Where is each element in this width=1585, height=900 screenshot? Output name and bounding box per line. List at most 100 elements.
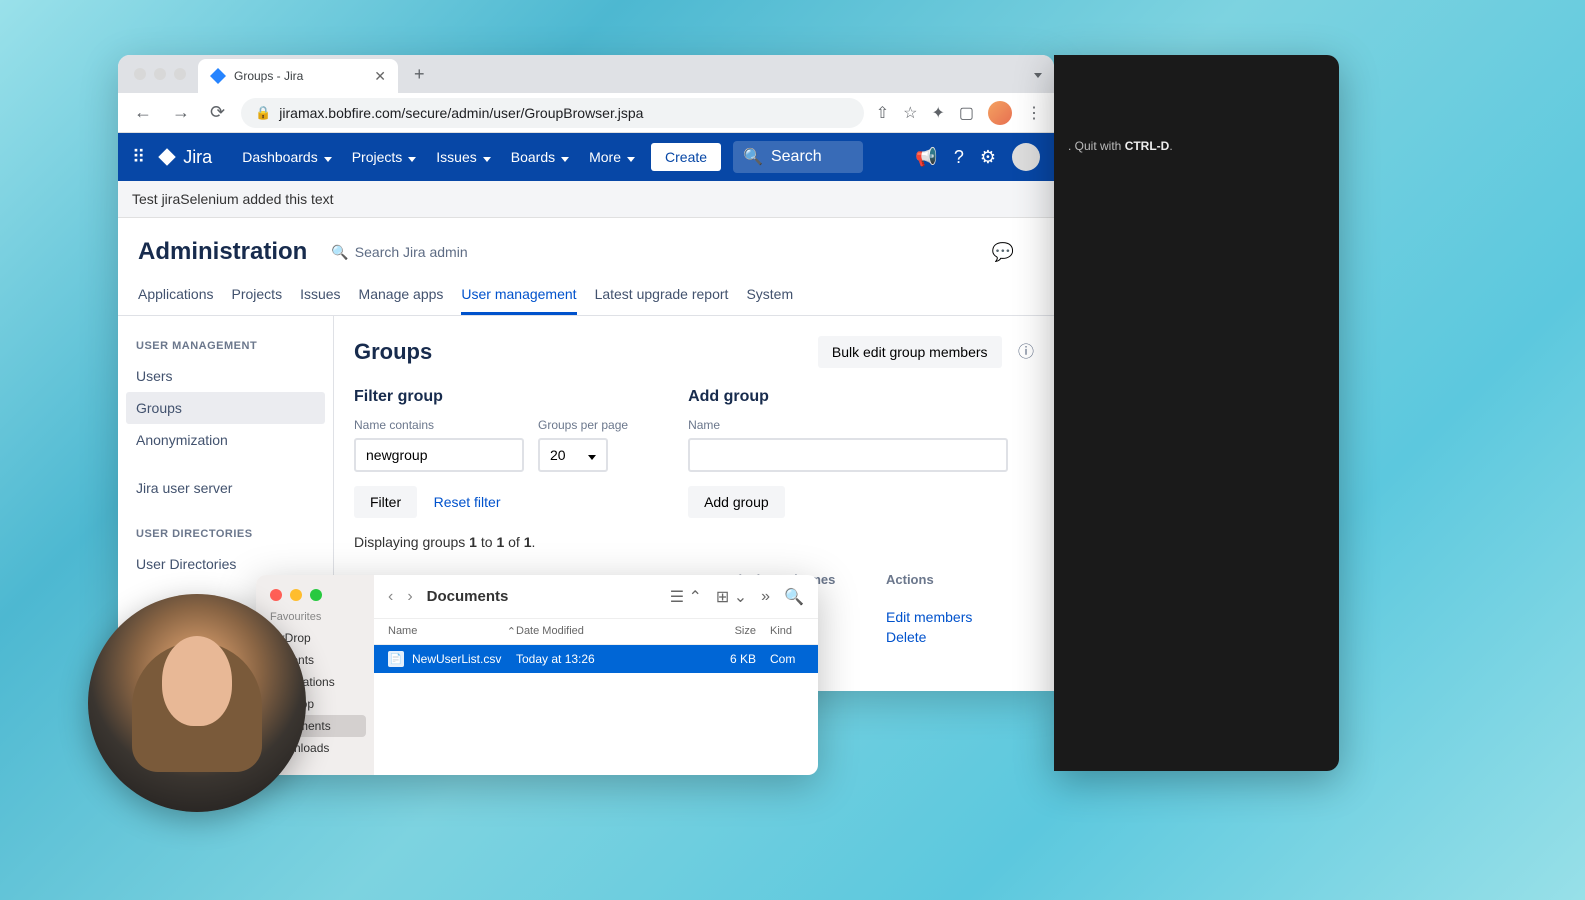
settings-icon[interactable]: ⚙ [980,147,996,168]
finder-grid-view-icon[interactable]: ⊞ ⌄ [716,587,747,607]
minimize-window-button[interactable] [154,68,166,80]
sidebar-item-groups[interactable]: Groups [126,392,325,424]
sidebar-item-jira-user-server[interactable]: Jira user server [126,472,325,504]
tabs-dropdown-icon[interactable] [1032,65,1042,83]
tab-projects[interactable]: Projects [232,286,283,315]
finder-search-icon[interactable]: 🔍 [784,587,804,607]
extensions-icon[interactable]: ✦ [931,103,944,123]
tab-manage-apps[interactable]: Manage apps [359,286,444,315]
create-button[interactable]: Create [651,143,721,171]
edit-members-link[interactable]: Edit members [886,609,1022,625]
add-section-title: Add group [688,388,1008,406]
new-tab-button[interactable]: + [406,64,433,85]
sidebar-item-users[interactable]: Users [126,360,325,392]
add-group-button[interactable]: Add group [688,486,785,518]
user-avatar[interactable] [1012,143,1040,171]
add-group-section: Add group Name Add group [688,388,1008,518]
finder-file-row[interactable]: 📄NewUserList.csv Today at 13:26 6 KB Com [374,645,818,673]
terminal-output: . Quit with CTRL-D. [1068,139,1325,153]
nav-projects[interactable]: Projects [348,149,421,165]
name-contains-input[interactable] [354,438,524,472]
search-placeholder: Search [771,148,822,166]
announce-icon[interactable]: 📢 [915,147,937,168]
terminal-window: . Quit with CTRL-D. [1054,55,1339,771]
reset-filter-link[interactable]: Reset filter [434,494,501,510]
finder-window-controls [270,589,322,601]
panel-icon[interactable]: ▢ [959,103,974,123]
help-circle-icon[interactable]: ⓘ [1018,344,1034,361]
finder-toolbar: ‹ › Documents ☰ ⌃ ⊞ ⌄ » 🔍 [374,575,818,619]
search-icon: 🔍 [743,147,763,167]
admin-search-placeholder: Search Jira admin [355,244,468,260]
add-name-input[interactable] [688,438,1008,472]
finder-list-view-icon[interactable]: ☰ ⌃ [670,587,702,607]
file-icon: 📄 [388,651,404,667]
filter-button[interactable]: Filter [354,486,417,518]
back-button[interactable]: ← [130,98,156,127]
filter-section-title: Filter group [354,388,628,406]
finder-back-button[interactable]: ‹ [388,588,393,606]
finder-maximize-button[interactable] [310,589,322,601]
address-bar[interactable]: 🔒 jiramax.bobfire.com/secure/admin/user/… [241,98,864,128]
finder-col-size[interactable]: Size [676,625,756,638]
finder-close-button[interactable] [270,589,282,601]
admin-search[interactable]: 🔍 Search Jira admin [331,244,467,261]
file-size: 6 KB [676,652,756,666]
jira-logo-text: Jira [183,147,212,168]
menu-icon[interactable]: ⋮ [1026,103,1042,123]
feedback-icon[interactable]: 💬 [992,242,1014,263]
sidebar-heading-user-management: USER MANAGEMENT [126,332,325,360]
finder-forward-button[interactable]: › [407,588,412,606]
browser-actions: ⇧ ☆ ✦ ▢ ⋮ [876,101,1042,125]
tab-applications[interactable]: Applications [138,286,214,315]
lock-icon: 🔒 [255,105,271,121]
profile-avatar[interactable] [988,101,1012,125]
jira-navbar: ⠿ Jira Dashboards Projects Issues Boards… [118,133,1054,181]
share-icon[interactable]: ⇧ [876,103,889,123]
jira-logo[interactable]: Jira [157,147,212,168]
bookmark-icon[interactable]: ☆ [903,103,917,123]
groups-per-page-label: Groups per page [538,418,628,432]
close-window-button[interactable] [134,68,146,80]
search-icon: 🔍 [331,244,348,261]
finder-col-kind[interactable]: Kind [756,625,804,638]
filter-group-section: Filter group Name contains Groups per pa… [354,388,628,518]
finder-main: ‹ › Documents ☰ ⌃ ⊞ ⌄ » 🔍 Name⌃ Date Mod… [374,575,818,775]
name-contains-label: Name contains [354,418,524,432]
sidebar-item-anonymization[interactable]: Anonymization [126,424,325,456]
nav-more[interactable]: More [585,149,639,165]
admin-tabs: Applications Projects Issues Manage apps… [118,266,1054,316]
app-switcher-icon[interactable]: ⠿ [132,147,145,168]
forward-button[interactable]: → [168,98,194,127]
close-tab-icon[interactable]: ✕ [374,68,386,85]
groups-per-page-select[interactable]: 20 [538,438,608,472]
finder-minimize-button[interactable] [290,589,302,601]
jira-logo-icon [157,147,177,167]
delete-link[interactable]: Delete [886,629,1022,645]
tab-upgrade-report[interactable]: Latest upgrade report [595,286,729,315]
nav-search[interactable]: 🔍 Search [733,141,863,173]
bulk-edit-button[interactable]: Bulk edit group members [818,336,1002,368]
finder-col-date[interactable]: Date Modified [516,625,676,638]
page-title: Administration [138,238,307,266]
nav-issues[interactable]: Issues [432,149,494,165]
maximize-window-button[interactable] [174,68,186,80]
finder-col-name[interactable]: Name⌃ [388,625,516,638]
help-icon[interactable]: ? [954,147,964,168]
browser-tab[interactable]: Groups - Jira ✕ [198,59,398,93]
col-actions: Actions [886,572,1022,587]
file-kind: Com [756,652,804,666]
browser-tab-bar: Groups - Jira ✕ + [118,55,1054,93]
finder-window: Favourites AirDrop Recents Applications … [256,575,818,775]
nav-dashboards[interactable]: Dashboards [238,149,336,165]
browser-toolbar: ← → ⟳ 🔒 jiramax.bobfire.com/secure/admin… [118,93,1054,133]
nav-boards[interactable]: Boards [507,149,573,165]
tab-issues[interactable]: Issues [300,286,340,315]
reload-button[interactable]: ⟳ [206,98,229,127]
tab-system[interactable]: System [746,286,793,315]
tab-user-management[interactable]: User management [461,286,576,315]
finder-more-icon[interactable]: » [761,588,770,606]
sidebar-heading-user-directories: USER DIRECTORIES [126,520,325,548]
url-text: jiramax.bobfire.com/secure/admin/user/Gr… [279,105,643,121]
announcement-banner: Test jiraSelenium added this text [118,181,1054,218]
